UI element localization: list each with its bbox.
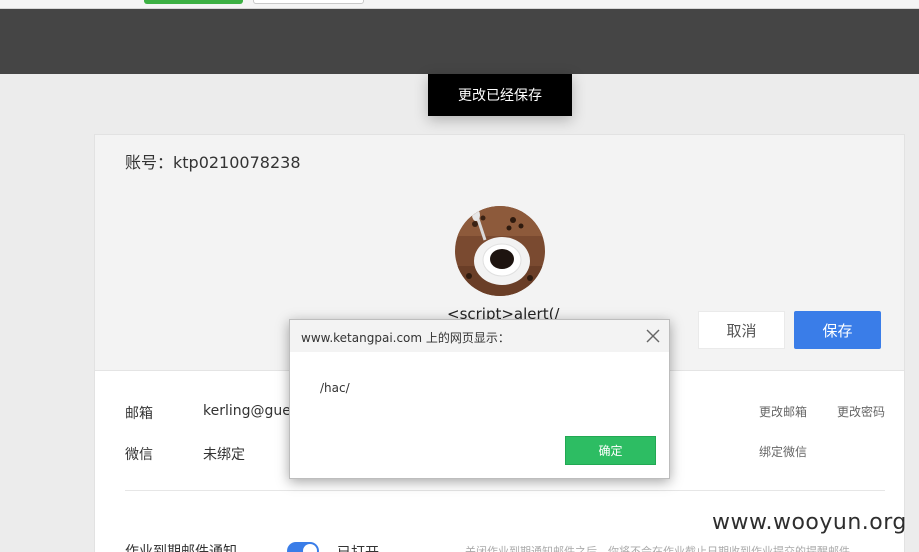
notification-description: 关闭作业到期通知邮件之后，你将不会在作业截止日期收到作业提交的提醒邮件 xyxy=(465,545,850,552)
cancel-button[interactable]: 取消 xyxy=(698,311,785,349)
change-password-link[interactable]: 更改密码 xyxy=(837,403,885,420)
email-notification-toggle[interactable] xyxy=(287,542,319,552)
notification-status: 已打开 xyxy=(337,542,379,552)
top-green-button[interactable] xyxy=(144,0,243,4)
avatar-coffee-image xyxy=(455,206,545,296)
dialog-title: www.ketangpai.com 上的网页显示： xyxy=(301,331,510,345)
watermark: www.wooyun.org xyxy=(712,510,907,535)
avatar[interactable] xyxy=(455,206,545,296)
browser-top-strip xyxy=(0,0,919,9)
close-icon[interactable] xyxy=(645,328,661,344)
section-divider xyxy=(125,490,885,491)
ok-button[interactable]: 确定 xyxy=(565,436,656,465)
email-notification-label: 作业到期邮件通知 xyxy=(125,544,237,552)
email-value: kerling@gue xyxy=(203,403,291,419)
wechat-value: 未绑定 xyxy=(203,447,245,463)
bind-wechat-link[interactable]: 绑定微信 xyxy=(759,443,807,460)
email-label: 邮箱 xyxy=(125,406,153,422)
change-email-link[interactable]: 更改邮箱 xyxy=(759,403,807,420)
page-header-band xyxy=(0,9,919,74)
toggle-knob xyxy=(303,544,317,552)
alert-dialog: www.ketangpai.com 上的网页显示： /hac/ 确定 xyxy=(289,319,670,479)
save-button[interactable]: 保存 xyxy=(794,311,881,349)
dialog-header: www.ketangpai.com 上的网页显示： xyxy=(290,320,669,352)
dialog-message: /hac/ xyxy=(320,381,350,395)
wechat-label: 微信 xyxy=(125,447,153,463)
top-white-button[interactable] xyxy=(253,0,364,4)
saved-toast: 更改已经保存 xyxy=(428,74,572,116)
account-number: 账号：ktp0210078238 xyxy=(125,153,301,172)
